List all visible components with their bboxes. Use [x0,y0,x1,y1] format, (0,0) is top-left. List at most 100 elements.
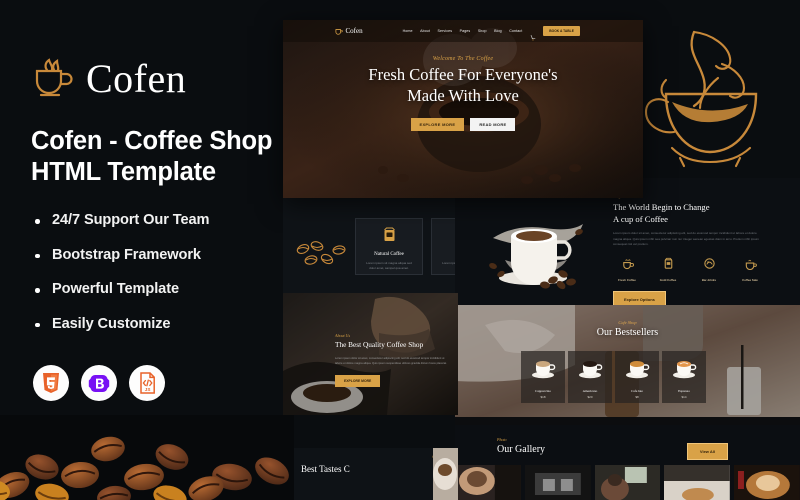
about-explore-more-button[interactable]: EXPLORE MORE [335,375,381,388]
nav-item-shop[interactable]: Shop [478,29,487,33]
why-choose-us-content: Why Choose Us The World Begin to Change … [613,194,785,305]
coffee-cup-and-beans-illustration [489,224,583,290]
services-cards-panel: Natural Coffee Lorem ipsum sit magna ali… [283,198,483,293]
service-card-text: Lorem ipsum sit magna aliqua sed dolor a… [366,261,412,270]
why-paragraph: Lorem ipsum dolor sit amet, consectetur … [613,231,759,247]
svg-text:JS: JS [144,387,150,392]
list-item: Easily Customize [33,316,278,332]
javascript-file-badge: JS [129,365,165,401]
nav-item-services[interactable]: Services [438,29,453,33]
bestsellers-product-grid: Cappuccino $18 Americano $20 Cafe late $… [521,351,706,403]
product-card[interactable]: Cappuccino $18 [521,351,565,403]
why-heading: The World Begin to Change A cup of Coffe… [613,202,785,225]
product-card[interactable]: Americano $20 [568,351,612,403]
gallery-image[interactable] [524,465,591,500]
why-feature-item[interactable]: Bar drinks [695,257,723,282]
why-feature-list: Fresh Coffee Gold Coffee Bar drinks Coff… [613,257,785,282]
hero-heading-line2: Made With Love [407,85,519,105]
product-name: Cappuccino [535,389,551,393]
pouring-coffee-photo [734,465,800,500]
hero-read-more-button[interactable]: READ MORE [470,117,516,131]
coffee-cup-photo [433,448,458,500]
coffee-cup-icon [335,28,343,35]
gallery-image[interactable] [664,465,731,500]
gold-coffee-icon [664,257,672,269]
bestsellers-header: Cafe Shop Our Bestsellers [455,320,800,338]
gallery-image[interactable] [594,465,661,500]
hero-brand-text: Cofen [345,27,363,35]
html5-icon [43,373,59,393]
coffee-counter-photo [664,465,731,500]
why-feature-label: Bar drinks [701,277,717,282]
nav-item-pages[interactable]: Pages [460,29,471,33]
taste-heading: Best Tastes C [301,464,350,474]
product-name: Espresso [678,389,690,393]
why-feature-label: Fresh Coffee [618,277,636,282]
book-a-table-button[interactable]: BOOK A TABLE [543,26,580,36]
latte-art-cup-photo [455,465,521,500]
product-card[interactable]: Cafe late $8 [615,351,659,403]
brand-name: Cofen [86,56,187,101]
product-price: $8 [635,395,639,399]
code-file-icon: JS [139,372,155,394]
why-feature-label: Gold Coffee [659,277,677,282]
page-title: Cofen - Coffee Shop HTML Template [31,127,273,187]
product-name: Cafe late [631,389,643,393]
hero-screenshot-panel: Cofen Home About Services Pages Shop Blo… [283,20,643,198]
why-feature-label: Coffee Sale [742,277,758,282]
gallery-eyebrow: Photo [497,437,507,442]
bar-drinks-icon [703,258,715,269]
hero-explore-more-button[interactable]: EXPLORE MORE [410,117,465,131]
why-feature-item[interactable]: Coffee Sale [736,257,764,282]
hero-nav-menu[interactable]: Home About Services Pages Shop Blog Cont… [403,29,523,33]
product-price: $18 [540,395,546,399]
espresso-machine-photo [524,465,591,500]
bestsellers-panel: Cafe Shop Our Bestsellers Cappuccino $18 [455,305,800,425]
cafe-interior-people-photo [594,465,661,500]
list-item: 24/7 Support Our Team [33,212,278,228]
gallery-image[interactable] [734,465,800,500]
gallery-panel: Photo Our Gallery View All [455,425,800,500]
nav-item-home[interactable]: Home [403,29,413,33]
brand-logo: Cofen [30,56,186,102]
gallery-image[interactable] [455,465,521,500]
product-price: $14 [681,395,687,399]
nav-item-about[interactable]: About [420,29,430,33]
bootstrap-icon [88,374,110,392]
best-tastes-panel: Our Joy Best Tastes C [283,448,458,500]
gallery-image-strip [455,465,800,500]
hero-buttons: EXPLORE MORE READ MORE [283,117,643,131]
promo-panel: Cofen Cofen - Coffee Shop HTML Template … [0,0,285,500]
nav-item-blog[interactable]: Blog [494,29,502,33]
about-content: About Us The Best Quality Coffee Shop Lo… [335,333,451,388]
nav-item-contact[interactable]: Contact [509,29,522,33]
hero-content: Welcome To The Coffee Fresh Coffee For E… [283,56,643,131]
fresh-coffee-icon [622,259,634,269]
product-name: Americano [582,389,598,393]
hero-heading: Fresh Coffee For Everyone's Made With Lo… [283,65,643,107]
about-eyebrow: About Us [335,333,350,338]
hero-logo[interactable]: Cofen [335,27,363,35]
why-feature-item[interactable]: Gold Coffee [654,257,682,282]
product-card[interactable]: Espresso $14 [662,351,706,403]
shopping-cart-icon[interactable] [530,28,536,41]
why-heading-line2: A cup of Coffee [613,213,668,224]
hero-navbar: Cofen Home About Services Pages Shop Blo… [283,20,643,42]
service-card[interactable]: Natural Coffee Lorem ipsum sit magna ali… [355,218,423,275]
about-panel: About Us The Best Quality Coffee Shop Lo… [283,293,458,415]
list-item: Powerful Template [33,281,278,297]
cafe-latte-cup-image [626,361,650,379]
coffee-sale-icon [745,259,757,270]
gallery-view-all-button[interactable]: View All [686,443,728,460]
about-heading: The Best Quality Coffee Shop [335,340,424,349]
bootstrap-badge [81,365,117,401]
americano-cup-image [579,361,603,379]
bestsellers-heading: Our Bestsellers [596,327,659,338]
why-explore-button[interactable]: Explore Options [613,290,666,305]
espresso-cup-image [673,361,697,379]
cappuccino-cup-image [532,361,556,379]
about-paragraph: Lorem ipsum dolor sit amet, consectetur … [335,356,447,366]
technology-badges: JS [33,365,165,401]
coffee-cup-icon [30,56,76,102]
why-feature-item[interactable]: Fresh Coffee [613,257,641,282]
